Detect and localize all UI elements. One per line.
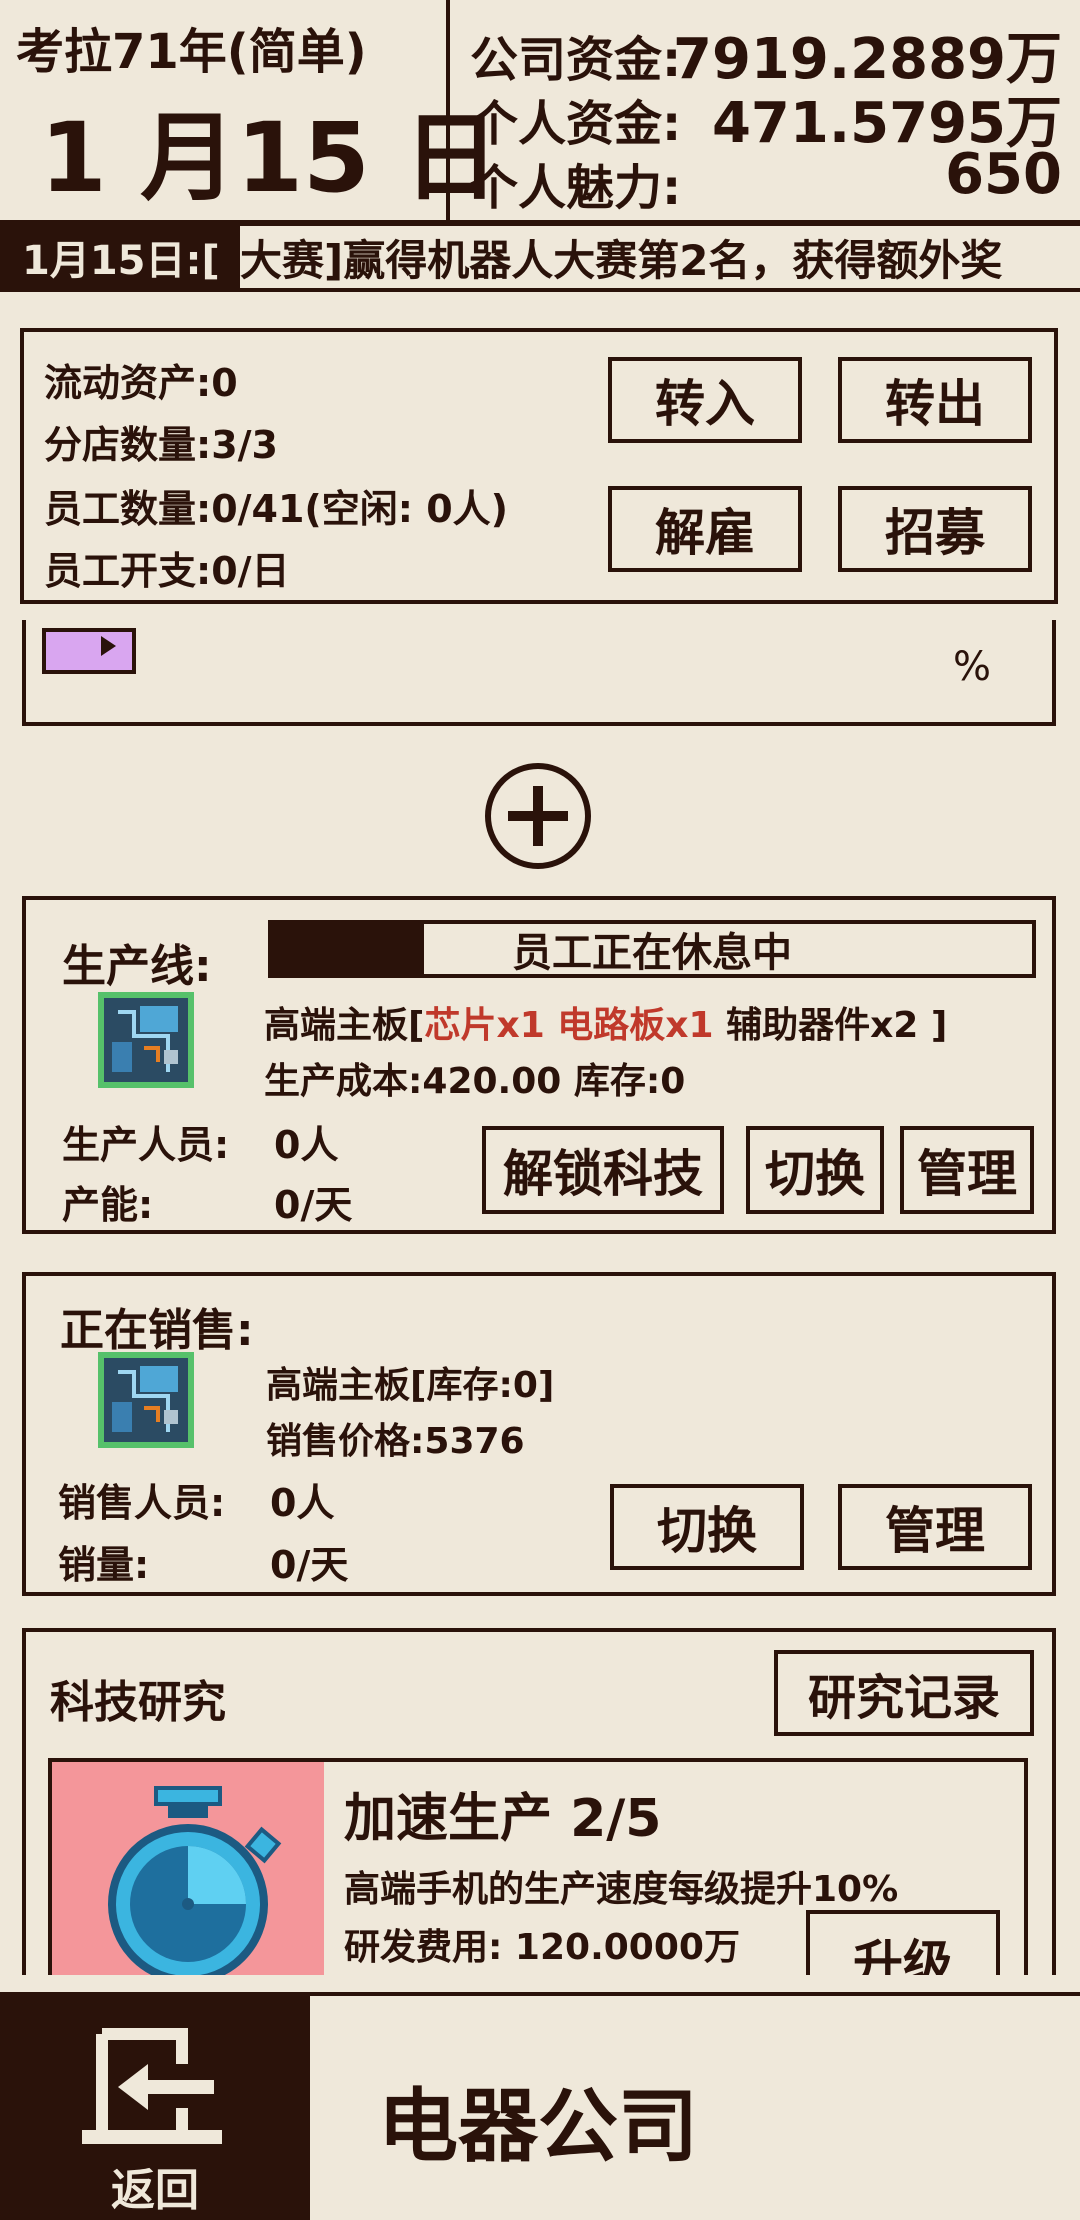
branch-count: 分店数量:3/3 (44, 423, 278, 467)
sales-switch-button[interactable]: 切换 (610, 1484, 804, 1570)
capacity-value: 0/天 (274, 1183, 353, 1227)
sales-manage-button[interactable]: 管理 (838, 1484, 1032, 1570)
production-status: 员工正在休息中 (512, 930, 792, 976)
back-label: 返回 (111, 2165, 199, 2216)
production-staff-label: 生产人员: (62, 1123, 230, 1167)
research-item-desc: 高端手机的生产速度每级提升10% (344, 1869, 899, 1910)
recruit-button[interactable]: 招募 (838, 486, 1032, 572)
fire-button[interactable]: 解雇 (608, 486, 802, 572)
production-switch-button[interactable]: 切换 (746, 1126, 884, 1214)
sales-staff-label: 销售人员: (58, 1481, 226, 1525)
exit-door-icon (82, 2028, 222, 2144)
transfer-out-button[interactable]: 转出 (838, 357, 1032, 443)
staff-cost: 员工开支:0/日 (44, 549, 290, 593)
charm-label: 个人魅力: (470, 160, 682, 216)
sales-price: 销售价格:5376 (266, 1421, 525, 1462)
research-item-title: 加速生产 2/5 (344, 1789, 662, 1849)
scroll-content[interactable]: % 生产线: 员工正在休息中 高端主板[芯片x1 电路板x1 辅助器件x2] … (0, 620, 1080, 1975)
partial-card-icon (42, 628, 136, 674)
staff-count: 员工数量:0/41(空闲: 0人) (44, 487, 508, 531)
partial-card-percent: % (953, 644, 992, 690)
upgrade-button[interactable]: 升级 (806, 1910, 1000, 1975)
add-card-button[interactable] (484, 762, 592, 870)
production-cost: 生产成本:420.00 库存:0 (264, 1061, 686, 1102)
charm-value: 650 (945, 142, 1062, 207)
era-label: 考拉71年(简单) (16, 24, 367, 80)
production-title: 生产线: (62, 941, 212, 992)
capacity-label: 产能: (62, 1183, 154, 1227)
sales-title: 正在销售: (60, 1305, 254, 1356)
plus-circle-icon (485, 763, 591, 869)
funds-panel: 公司资金: 7919.2889万 个人资金: 471.5795万 个人魅力: 6… (450, 0, 1080, 220)
volume-value: 0/天 (270, 1543, 349, 1587)
production-staff-value: 0人 (274, 1123, 339, 1167)
unlock-tech-button[interactable]: 解锁科技 (482, 1126, 724, 1214)
research-item-cost: 研发费用: 120.0000万 (344, 1927, 740, 1968)
company-title: 电器公司 (378, 2080, 698, 2173)
ingredients-missing: 芯片x1 电路板x1 (424, 1005, 714, 1046)
sales-product: 高端主板[库存:0] (266, 1365, 555, 1406)
research-item-image (52, 1762, 324, 1975)
stopwatch-icon (108, 1786, 282, 1975)
product-name: 高端主板[ (264, 1005, 425, 1046)
transfer-in-button[interactable]: 转入 (608, 357, 802, 443)
personal-funds-label: 个人资金: (470, 96, 682, 152)
production-progress-bar: 员工正在休息中 (268, 920, 1036, 978)
liquid-assets: 流动资产:0 (44, 361, 238, 405)
ingredients-rest: 辅助器件x2 ] (713, 1005, 948, 1046)
research-records-button[interactable]: 研究记录 (774, 1650, 1034, 1736)
date-panel: 考拉71年(简单) 1 月15 日 (0, 0, 499, 220)
company-funds-label: 公司资金: (470, 32, 682, 88)
sales-motherboard-icon (98, 1352, 194, 1448)
ticker-date: 1月15日:[ (0, 226, 240, 288)
partial-card: % (22, 620, 1056, 726)
current-date: 1 月15 日 (40, 102, 500, 214)
volume-label: 销量: (58, 1543, 150, 1587)
research-title: 科技研究 (50, 1677, 226, 1728)
motherboard-icon (98, 992, 194, 1088)
sales-staff-value: 0人 (270, 1481, 335, 1525)
production-manage-button[interactable]: 管理 (900, 1126, 1034, 1214)
back-button[interactable]: 返回 (0, 1996, 310, 2220)
ticker-text: 大赛]赢得机器人大赛第2名，获得额外奖 (240, 235, 1003, 285)
production-recipe: 高端主板[芯片x1 电路板x1 辅助器件x2 ] (264, 996, 947, 1048)
